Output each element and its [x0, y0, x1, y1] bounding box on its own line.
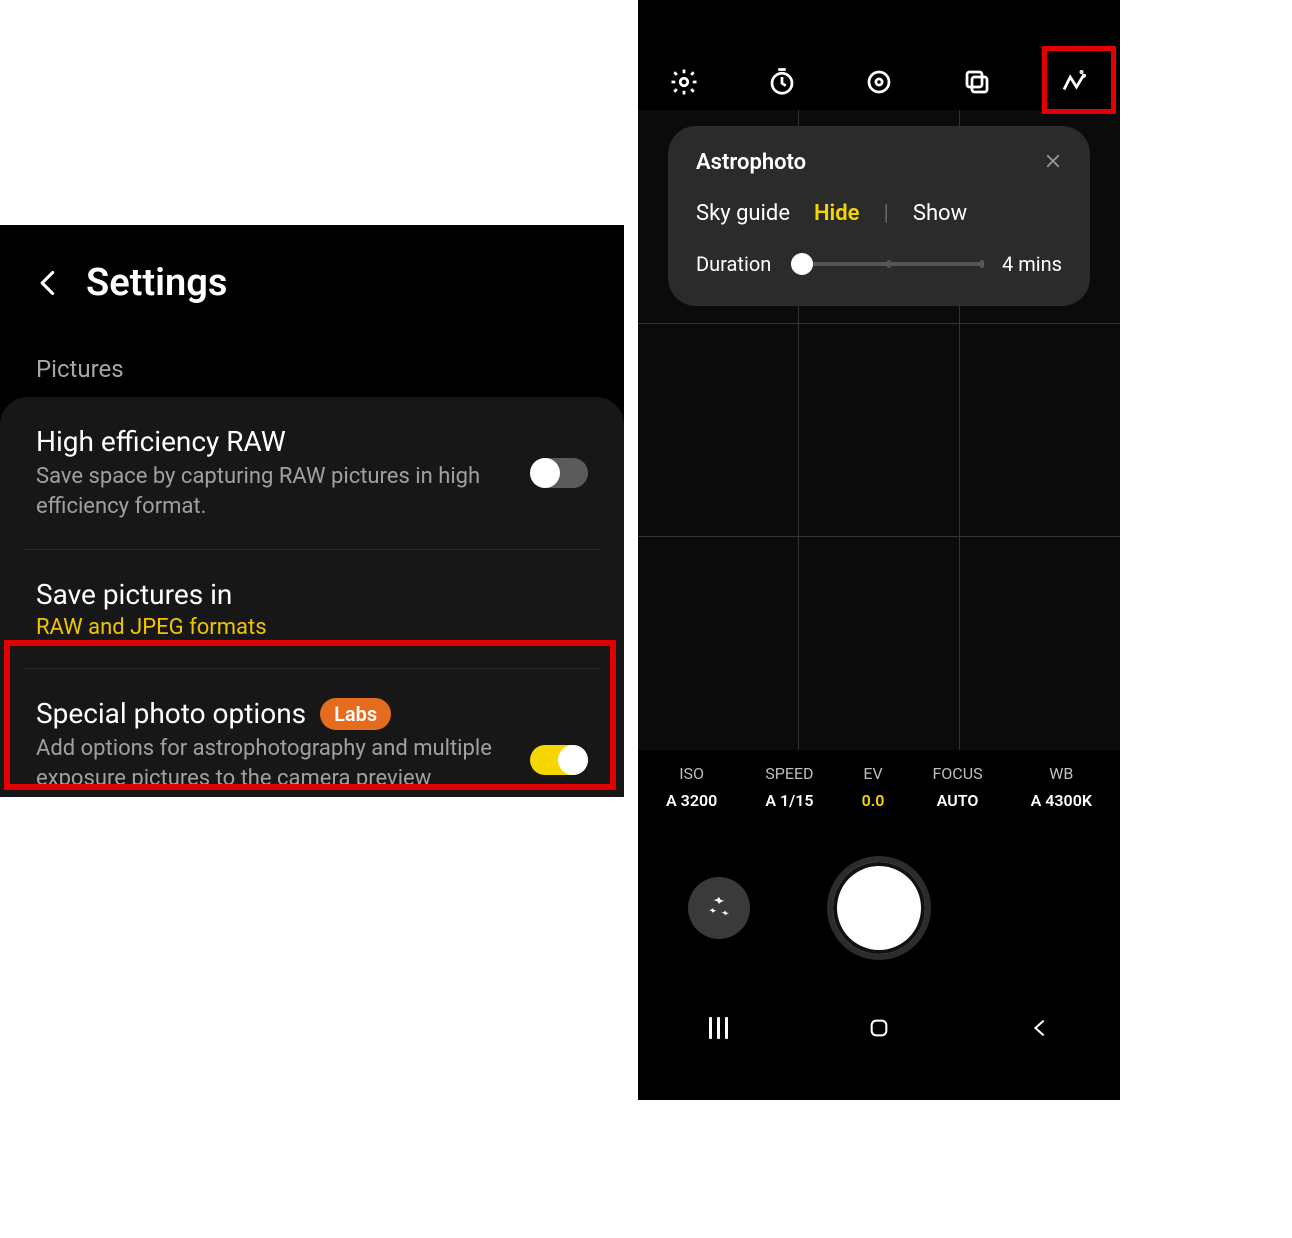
recents-button[interactable]: [704, 1014, 732, 1042]
camera-controls: [638, 818, 1120, 998]
timer-icon[interactable]: [766, 66, 798, 98]
popup-title: Astrophoto: [696, 150, 806, 175]
setting-desc: Save space by capturing RAW pictures in …: [36, 462, 506, 521]
setting-title: High efficiency RAW: [36, 425, 530, 458]
shutter-button[interactable]: [827, 856, 931, 960]
gear-icon[interactable]: [668, 66, 700, 98]
camera-viewport: Astrophoto Sky guide Hide | Show Duratio…: [638, 110, 1120, 750]
param-label: ISO: [666, 764, 717, 783]
toggle-raw[interactable]: [530, 458, 588, 488]
setting-title: Special photo options: [36, 697, 306, 730]
settings-panel: Settings Pictures High efficiency RAW Sa…: [0, 225, 624, 797]
divider: |: [884, 201, 889, 226]
param-value: A 4300K: [1031, 791, 1092, 810]
duration-slider[interactable]: [791, 252, 982, 276]
param-speed[interactable]: SPEED A 1/15: [765, 764, 813, 810]
back-button[interactable]: [1026, 1014, 1054, 1042]
toggle-special[interactable]: [530, 745, 588, 775]
camera-panel: Astrophoto Sky guide Hide | Show Duratio…: [638, 0, 1120, 1100]
astrophoto-popup: Astrophoto Sky guide Hide | Show Duratio…: [668, 126, 1090, 306]
param-value: AUTO: [932, 791, 982, 810]
effects-button[interactable]: [688, 877, 750, 939]
close-icon[interactable]: [1044, 151, 1062, 175]
section-label-pictures: Pictures: [0, 325, 624, 397]
labs-badge: Labs: [320, 698, 391, 730]
param-label: WB: [1031, 764, 1092, 783]
overlay-icon[interactable]: [961, 66, 993, 98]
param-focus[interactable]: FOCUS AUTO: [932, 764, 982, 810]
astro-icon[interactable]: [1058, 66, 1090, 98]
duration-value: 4 mins: [1002, 252, 1062, 276]
param-label: FOCUS: [932, 764, 982, 783]
setting-title: Save pictures in: [36, 578, 588, 611]
param-value: A 3200: [666, 791, 717, 810]
setting-desc: Add options for astrophotography and mul…: [36, 734, 506, 797]
back-icon[interactable]: [34, 269, 62, 297]
param-value: 0.0: [862, 791, 885, 810]
param-wb[interactable]: WB A 4300K: [1031, 764, 1092, 810]
param-row: ISO A 3200 SPEED A 1/15 EV 0.0 FOCUS AUT…: [638, 750, 1120, 818]
duration-label: Duration: [696, 252, 771, 276]
sky-guide-hide[interactable]: Hide: [814, 201, 860, 226]
setting-row-special[interactable]: Special photo options Labs Add options f…: [24, 668, 600, 797]
android-navbar: [638, 998, 1120, 1058]
setting-sub: RAW and JPEG formats: [36, 615, 588, 640]
sky-guide-label: Sky guide: [696, 201, 790, 226]
settings-card: High efficiency RAW Save space by captur…: [0, 397, 624, 797]
page-title: Settings: [86, 261, 227, 305]
param-label: EV: [862, 764, 885, 783]
camera-toolbar: [638, 58, 1120, 110]
param-label: SPEED: [765, 764, 813, 783]
grid-line: [638, 536, 1120, 537]
grid-line: [638, 323, 1120, 324]
param-iso[interactable]: ISO A 3200: [666, 764, 717, 810]
setting-row-raw[interactable]: High efficiency RAW Save space by captur…: [0, 397, 624, 549]
home-button[interactable]: [865, 1014, 893, 1042]
metering-icon[interactable]: [863, 66, 895, 98]
param-value: A 1/15: [765, 791, 813, 810]
sky-guide-show[interactable]: Show: [913, 201, 967, 226]
setting-row-save[interactable]: Save pictures in RAW and JPEG formats: [24, 549, 600, 668]
param-ev[interactable]: EV 0.0: [862, 764, 885, 810]
